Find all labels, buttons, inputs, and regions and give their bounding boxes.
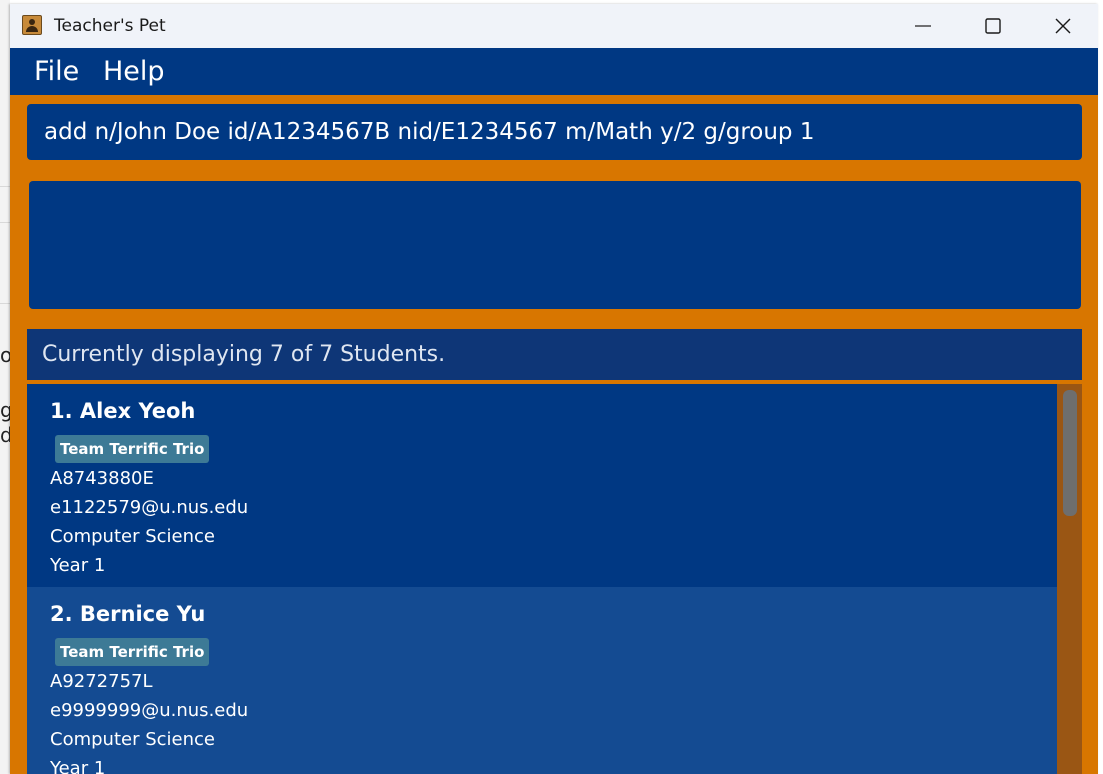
window-title: Teacher's Pet: [54, 16, 166, 36]
title-bar: Teacher's Pet: [10, 4, 1098, 48]
menu-file[interactable]: File: [34, 56, 79, 88]
student-card[interactable]: 2. Bernice Yu Team Terrific Trio A927275…: [27, 587, 1057, 774]
command-input[interactable]: [44, 104, 1074, 160]
menu-help[interactable]: Help: [103, 56, 165, 88]
student-year: Year 1: [50, 758, 106, 774]
student-list-panel: Currently displaying 7 of 7 Students. 1.…: [27, 329, 1082, 774]
student-name: 1. Alex Yeoh: [50, 399, 196, 423]
student-name: 2. Bernice Yu: [50, 602, 206, 626]
student-count-label: Currently displaying 7 of 7 Students.: [42, 342, 446, 367]
close-button[interactable]: [1028, 4, 1098, 48]
background-divider: [0, 186, 10, 187]
list-scrollbar[interactable]: [1057, 384, 1082, 774]
student-major: Computer Science: [50, 526, 215, 547]
maximize-button[interactable]: [958, 4, 1028, 48]
teacher-contact-icon: [22, 15, 42, 35]
scrollbar-thumb[interactable]: [1063, 390, 1077, 516]
minimize-icon: [915, 25, 931, 27]
student-year: Year 1: [50, 555, 106, 576]
student-list-header: Currently displaying 7 of 7 Students.: [27, 329, 1082, 380]
close-icon: [1055, 18, 1071, 34]
command-box: [27, 104, 1082, 160]
result-display[interactable]: [29, 181, 1081, 309]
maximize-icon: [985, 18, 1001, 34]
student-email: e1122579@u.nus.edu: [50, 497, 249, 518]
menu-bar: File Help: [10, 48, 1098, 95]
background-divider: [0, 222, 10, 223]
student-email: e9999999@u.nus.edu: [50, 700, 249, 721]
student-list[interactable]: 1. Alex Yeoh Team Terrific Trio A8743880…: [27, 384, 1082, 774]
student-card[interactable]: 1. Alex Yeoh Team Terrific Trio A8743880…: [27, 384, 1057, 587]
student-major: Computer Science: [50, 729, 215, 750]
background-window: o g d: [0, 0, 13, 774]
app-window: Teacher's Pet File Help Curren: [10, 4, 1098, 774]
group-tag: Team Terrific Trio: [55, 638, 210, 666]
student-id: A9272757L: [50, 671, 153, 692]
background-divider: [0, 303, 10, 304]
minimize-button[interactable]: [888, 4, 958, 48]
group-tag: Team Terrific Trio: [55, 435, 210, 463]
student-id: A8743880E: [50, 468, 154, 489]
